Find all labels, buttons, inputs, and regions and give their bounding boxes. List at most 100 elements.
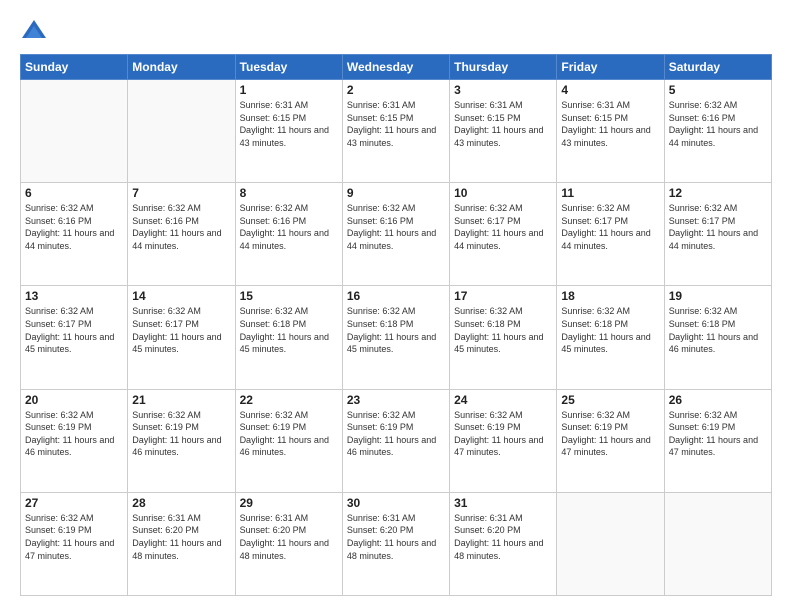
day-detail: Sunrise: 6:32 AMSunset: 6:17 PMDaylight:…	[25, 305, 123, 355]
day-number: 12	[669, 186, 767, 200]
day-number: 28	[132, 496, 230, 510]
day-number: 19	[669, 289, 767, 303]
day-number: 3	[454, 83, 552, 97]
day-number: 2	[347, 83, 445, 97]
calendar-day: 12 Sunrise: 6:32 AMSunset: 6:17 PMDayligh…	[664, 183, 771, 286]
calendar-day: 10 Sunrise: 6:32 AMSunset: 6:17 PMDayligh…	[450, 183, 557, 286]
day-number: 16	[347, 289, 445, 303]
day-detail: Sunrise: 6:32 AMSunset: 6:18 PMDaylight:…	[347, 305, 445, 355]
day-detail: Sunrise: 6:32 AMSunset: 6:16 PMDaylight:…	[240, 202, 338, 252]
calendar-day: 16 Sunrise: 6:32 AMSunset: 6:18 PMDayligh…	[342, 286, 449, 389]
calendar-day: 14 Sunrise: 6:32 AMSunset: 6:17 PMDayligh…	[128, 286, 235, 389]
calendar-day: 2 Sunrise: 6:31 AMSunset: 6:15 PMDaylight…	[342, 80, 449, 183]
calendar-day: 3 Sunrise: 6:31 AMSunset: 6:15 PMDaylight…	[450, 80, 557, 183]
calendar-day	[557, 492, 664, 595]
calendar-day: 4 Sunrise: 6:31 AMSunset: 6:15 PMDaylight…	[557, 80, 664, 183]
calendar-week-4: 27 Sunrise: 6:32 AMSunset: 6:19 PMDayligh…	[21, 492, 772, 595]
calendar-day: 20 Sunrise: 6:32 AMSunset: 6:19 PMDayligh…	[21, 389, 128, 492]
calendar-day: 23 Sunrise: 6:32 AMSunset: 6:19 PMDayligh…	[342, 389, 449, 492]
day-number: 10	[454, 186, 552, 200]
weekday-header-friday: Friday	[557, 55, 664, 80]
header	[20, 16, 772, 44]
day-detail: Sunrise: 6:31 AMSunset: 6:15 PMDaylight:…	[240, 99, 338, 149]
calendar-day: 30 Sunrise: 6:31 AMSunset: 6:20 PMDayligh…	[342, 492, 449, 595]
day-number: 5	[669, 83, 767, 97]
day-detail: Sunrise: 6:32 AMSunset: 6:19 PMDaylight:…	[454, 409, 552, 459]
day-number: 25	[561, 393, 659, 407]
day-number: 1	[240, 83, 338, 97]
calendar-day: 8Sunrise: 6:32 AMSunset: 6:16 PMDaylight…	[235, 183, 342, 286]
day-detail: Sunrise: 6:32 AMSunset: 6:17 PMDaylight:…	[561, 202, 659, 252]
day-number: 22	[240, 393, 338, 407]
calendar-week-3: 20 Sunrise: 6:32 AMSunset: 6:19 PMDayligh…	[21, 389, 772, 492]
day-number: 31	[454, 496, 552, 510]
calendar-week-1: 6 Sunrise: 6:32 AMSunset: 6:16 PMDaylight…	[21, 183, 772, 286]
calendar-day	[128, 80, 235, 183]
day-detail: Sunrise: 6:32 AMSunset: 6:17 PMDaylight:…	[454, 202, 552, 252]
day-detail: Sunrise: 6:31 AMSunset: 6:15 PMDaylight:…	[454, 99, 552, 149]
weekday-header-tuesday: Tuesday	[235, 55, 342, 80]
calendar-day: 13 Sunrise: 6:32 AMSunset: 6:17 PMDayligh…	[21, 286, 128, 389]
page: SundayMondayTuesdayWednesdayThursdayFrid…	[0, 0, 792, 612]
calendar-day: 24Sunrise: 6:32 AMSunset: 6:19 PMDayligh…	[450, 389, 557, 492]
weekday-header-wednesday: Wednesday	[342, 55, 449, 80]
day-number: 15	[240, 289, 338, 303]
day-number: 26	[669, 393, 767, 407]
day-number: 7	[132, 186, 230, 200]
calendar-day: 9Sunrise: 6:32 AMSunset: 6:16 PMDaylight…	[342, 183, 449, 286]
day-detail: Sunrise: 6:32 AMSunset: 6:19 PMDaylight:…	[25, 512, 123, 562]
day-detail: Sunrise: 6:31 AMSunset: 6:15 PMDaylight:…	[347, 99, 445, 149]
calendar-day: 21Sunrise: 6:32 AMSunset: 6:19 PMDayligh…	[128, 389, 235, 492]
calendar-day: 17Sunrise: 6:32 AMSunset: 6:18 PMDayligh…	[450, 286, 557, 389]
day-number: 13	[25, 289, 123, 303]
calendar-day: 25 Sunrise: 6:32 AMSunset: 6:19 PMDayligh…	[557, 389, 664, 492]
day-detail: Sunrise: 6:32 AMSunset: 6:18 PMDaylight:…	[669, 305, 767, 355]
day-detail: Sunrise: 6:31 AMSunset: 6:20 PMDaylight:…	[454, 512, 552, 562]
calendar-day: 31 Sunrise: 6:31 AMSunset: 6:20 PMDayligh…	[450, 492, 557, 595]
calendar-day: 26 Sunrise: 6:32 AMSunset: 6:19 PMDayligh…	[664, 389, 771, 492]
day-number: 6	[25, 186, 123, 200]
day-number: 23	[347, 393, 445, 407]
day-detail: Sunrise: 6:32 AMSunset: 6:18 PMDaylight:…	[454, 305, 552, 355]
day-detail: Sunrise: 6:31 AMSunset: 6:20 PMDaylight:…	[132, 512, 230, 562]
weekday-header-thursday: Thursday	[450, 55, 557, 80]
calendar-week-2: 13 Sunrise: 6:32 AMSunset: 6:17 PMDayligh…	[21, 286, 772, 389]
day-detail: Sunrise: 6:32 AMSunset: 6:16 PMDaylight:…	[669, 99, 767, 149]
day-number: 30	[347, 496, 445, 510]
calendar-week-0: 1 Sunrise: 6:31 AMSunset: 6:15 PMDaylight…	[21, 80, 772, 183]
day-detail: Sunrise: 6:32 AMSunset: 6:16 PMDaylight:…	[347, 202, 445, 252]
day-detail: Sunrise: 6:31 AMSunset: 6:20 PMDaylight:…	[240, 512, 338, 562]
day-number: 14	[132, 289, 230, 303]
logo	[20, 16, 52, 44]
day-detail: Sunrise: 6:32 AMSunset: 6:18 PMDaylight:…	[561, 305, 659, 355]
calendar-day: 28 Sunrise: 6:31 AMSunset: 6:20 PMDayligh…	[128, 492, 235, 595]
day-detail: Sunrise: 6:32 AMSunset: 6:19 PMDaylight:…	[25, 409, 123, 459]
day-detail: Sunrise: 6:32 AMSunset: 6:17 PMDaylight:…	[132, 305, 230, 355]
day-detail: Sunrise: 6:32 AMSunset: 6:19 PMDaylight:…	[132, 409, 230, 459]
day-detail: Sunrise: 6:32 AMSunset: 6:16 PMDaylight:…	[25, 202, 123, 252]
weekday-header-sunday: Sunday	[21, 55, 128, 80]
calendar-day: 7Sunrise: 6:32 AMSunset: 6:16 PMDaylight…	[128, 183, 235, 286]
day-detail: Sunrise: 6:32 AMSunset: 6:18 PMDaylight:…	[240, 305, 338, 355]
weekday-header-saturday: Saturday	[664, 55, 771, 80]
day-number: 27	[25, 496, 123, 510]
day-number: 18	[561, 289, 659, 303]
day-number: 4	[561, 83, 659, 97]
weekday-header-row: SundayMondayTuesdayWednesdayThursdayFrid…	[21, 55, 772, 80]
calendar-table: SundayMondayTuesdayWednesdayThursdayFrid…	[20, 54, 772, 596]
calendar-day: 19 Sunrise: 6:32 AMSunset: 6:18 PMDayligh…	[664, 286, 771, 389]
day-detail: Sunrise: 6:32 AMSunset: 6:17 PMDaylight:…	[669, 202, 767, 252]
calendar-day: 27 Sunrise: 6:32 AMSunset: 6:19 PMDayligh…	[21, 492, 128, 595]
day-detail: Sunrise: 6:32 AMSunset: 6:19 PMDaylight:…	[669, 409, 767, 459]
logo-icon	[20, 16, 48, 44]
day-detail: Sunrise: 6:32 AMSunset: 6:19 PMDaylight:…	[347, 409, 445, 459]
day-detail: Sunrise: 6:32 AMSunset: 6:19 PMDaylight:…	[240, 409, 338, 459]
day-number: 11	[561, 186, 659, 200]
calendar-day: 15 Sunrise: 6:32 AMSunset: 6:18 PMDayligh…	[235, 286, 342, 389]
day-number: 20	[25, 393, 123, 407]
day-detail: Sunrise: 6:32 AMSunset: 6:19 PMDaylight:…	[561, 409, 659, 459]
calendar-day: 6 Sunrise: 6:32 AMSunset: 6:16 PMDaylight…	[21, 183, 128, 286]
day-detail: Sunrise: 6:31 AMSunset: 6:15 PMDaylight:…	[561, 99, 659, 149]
calendar-day: 29Sunrise: 6:31 AMSunset: 6:20 PMDayligh…	[235, 492, 342, 595]
day-detail: Sunrise: 6:31 AMSunset: 6:20 PMDaylight:…	[347, 512, 445, 562]
